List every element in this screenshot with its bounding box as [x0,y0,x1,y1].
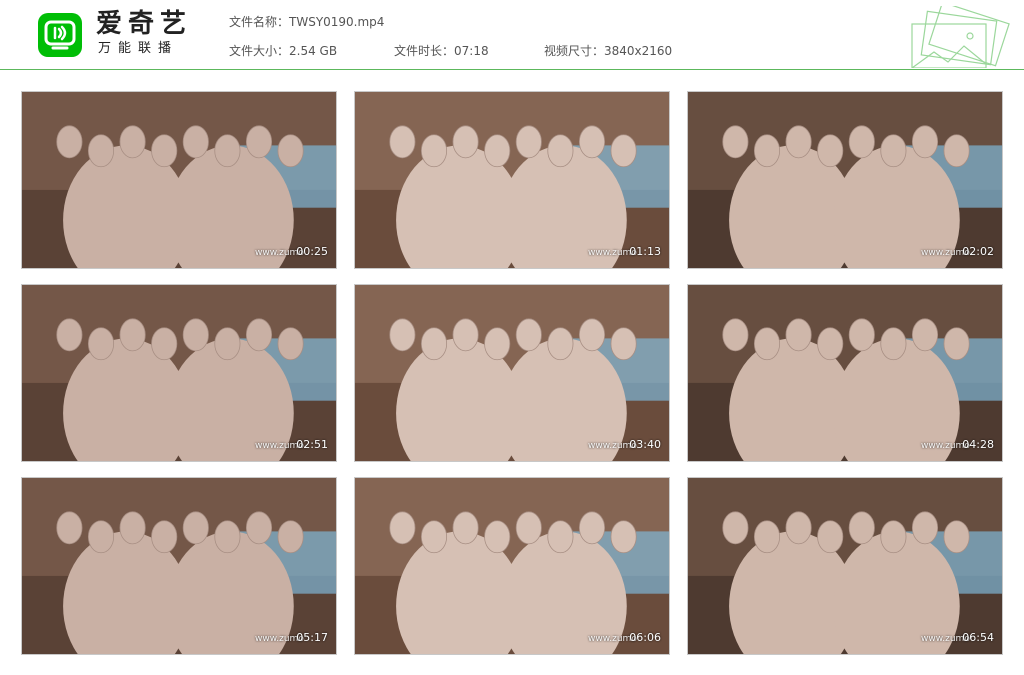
thumbnail-image [22,478,336,654]
thumbnail-image [22,92,336,268]
video-thumbnail[interactable]: www.zumo 02:51 [21,284,337,462]
thumbnail-image [22,285,336,461]
video-thumbnail[interactable]: www.zumo 06:54 [687,477,1003,655]
brand-subtitle: 万能联播 [98,41,179,56]
brand: 爱奇艺 万能联播 [96,10,192,57]
thumbnail-timestamp: 00:25 [296,245,328,258]
thumbnail-timestamp: 04:28 [962,438,994,451]
resolution-label: 视频尺寸：3840x2160 [544,44,673,58]
video-thumbnail[interactable]: www.zumo 02:02 [687,91,1003,269]
thumbnail-timestamp: 03:40 [629,438,661,451]
thumbnail-grid: www.zumo 00:25 www.zumo 01:13 www.zumo 02:02 w… [21,91,1003,655]
file-name-label: 文件名称：TWSY0190.mp4 [229,15,385,29]
duration-label: 文件时长：07:18 [394,44,489,58]
thumbnail-timestamp: 02:02 [962,245,994,258]
thumbnail-image [688,285,1002,461]
thumbnail-timestamp: 06:06 [629,631,661,644]
video-thumbnail[interactable]: www.zumo 04:28 [687,284,1003,462]
video-thumbnail[interactable]: www.zumo 01:13 [354,91,670,269]
video-thumbnail[interactable]: www.zumo 03:40 [354,284,670,462]
thumbnail-image [355,478,669,654]
iqiyi-tv-icon [38,13,82,57]
file-size-label: 文件大小：2.54 GB [229,44,338,58]
thumbnail-image [688,92,1002,268]
thumbnail-image [355,92,669,268]
thumbnail-timestamp: 01:13 [629,245,661,258]
video-thumbnail[interactable]: www.zumo 00:25 [21,91,337,269]
thumbnail-image [355,285,669,461]
header: 爱奇艺 万能联播 文件名称：TWSY0190.mp4 文件大小：2.54 GB … [0,0,1024,70]
photo-stack-icon [908,1,1012,72]
thumbnail-timestamp: 06:54 [962,631,994,644]
thumbnail-timestamp: 05:17 [296,631,328,644]
brand-title: 爱奇艺 [96,9,193,39]
thumbnail-timestamp: 02:51 [296,438,328,451]
video-thumbnail[interactable]: www.zumo 06:06 [354,477,670,655]
thumbnail-image [688,478,1002,654]
video-thumbnail[interactable]: www.zumo 05:17 [21,477,337,655]
